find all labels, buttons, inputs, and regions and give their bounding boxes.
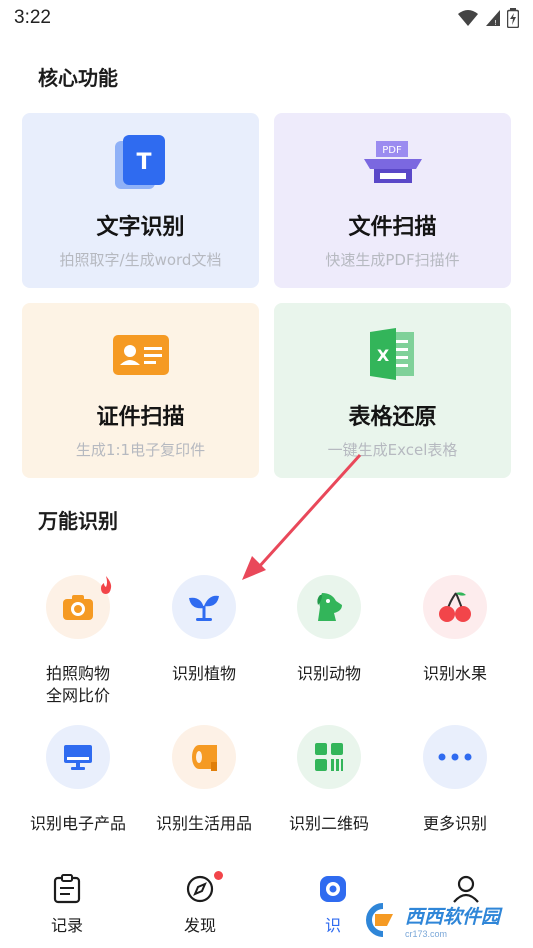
nav-label: 发现 [183,916,216,935]
scan-icon [320,876,346,902]
annotation-arrow [242,453,362,580]
notification-dot [214,871,223,880]
compass-icon [186,875,214,903]
nav-item-records[interactable]: 记录 [17,874,117,936]
watermark-logo-icon [366,903,393,937]
nav-item-discover[interactable]: 发现 [150,874,250,936]
nav-label: 记录 [50,916,83,935]
record-icon [53,874,81,904]
watermark: 西西软件园 cr173.com [353,900,523,940]
watermark-text: 西西软件园 [405,905,501,928]
watermark-sub: cr173.com [405,928,448,939]
